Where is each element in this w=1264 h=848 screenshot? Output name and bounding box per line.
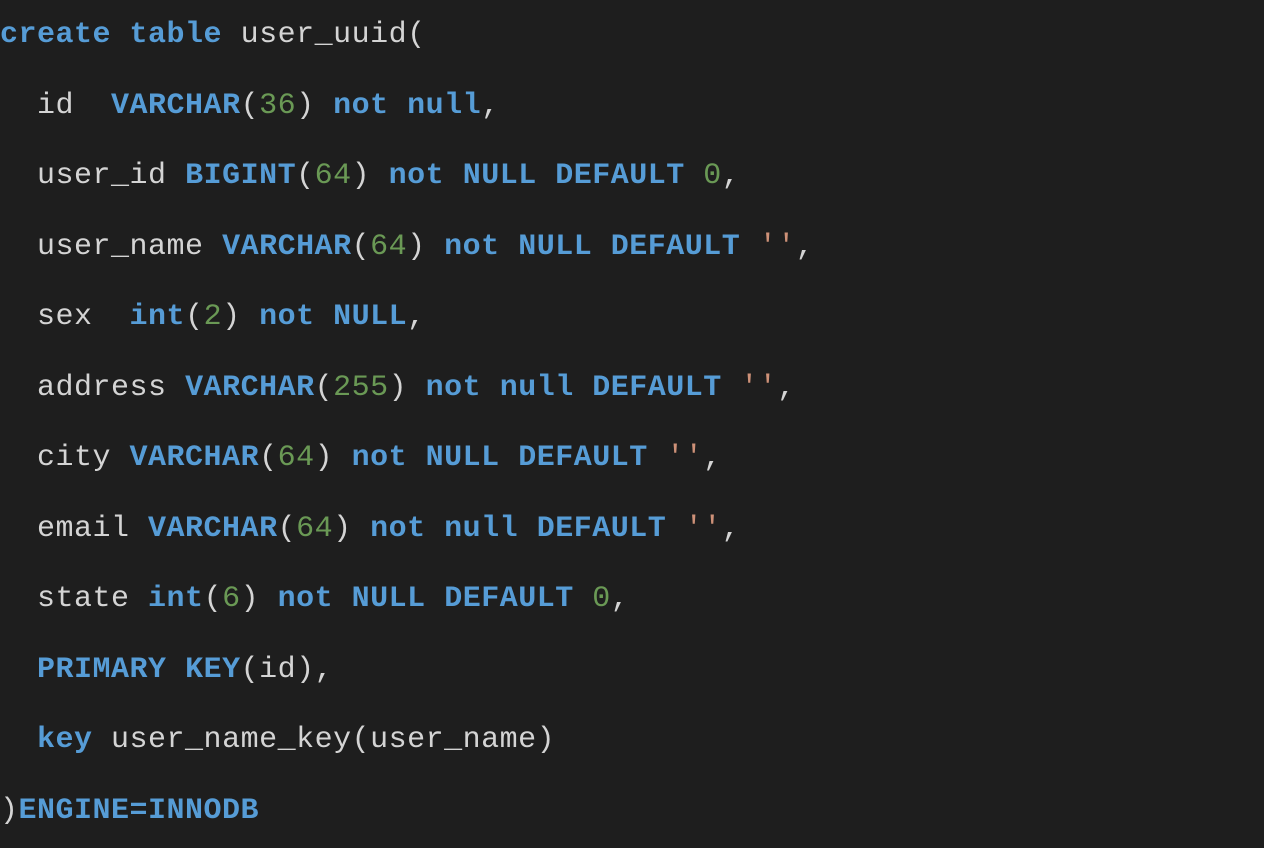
engine-clause: ENGINE=INNODB <box>19 794 260 828</box>
size: 64 <box>278 441 315 475</box>
keyword-not: not <box>352 441 408 475</box>
code-line: sex int(2) not NULL, <box>0 300 426 334</box>
code-line: user_name VARCHAR(64) not NULL DEFAULT '… <box>0 230 814 264</box>
code-line: key user_name_key(user_name) <box>0 723 555 757</box>
index-column: user_name <box>370 723 537 757</box>
default-value: '' <box>740 371 777 405</box>
keyword-default: DEFAULT <box>592 371 722 405</box>
type: int <box>148 582 204 616</box>
size: 64 <box>296 512 333 546</box>
index-name: user_name_key <box>111 723 352 757</box>
close-paren: ) <box>0 794 19 828</box>
keyword-default: DEFAULT <box>444 582 574 616</box>
keyword-null: null <box>407 89 481 123</box>
default-value: '' <box>685 512 722 546</box>
keyword-not: not <box>444 230 500 264</box>
column-name: email <box>37 512 130 546</box>
column-name: user_name <box>37 230 204 264</box>
keyword-not: not <box>389 159 445 193</box>
type: int <box>130 300 186 334</box>
type: VARCHAR <box>185 371 315 405</box>
column-name: id <box>37 89 74 123</box>
size: 2 <box>204 300 223 334</box>
default-value: 0 <box>592 582 611 616</box>
keyword-null: null <box>500 371 574 405</box>
size: 255 <box>333 371 389 405</box>
open-paren: ( <box>407 18 426 52</box>
keyword-null: NULL <box>426 441 500 475</box>
keyword-key: KEY <box>185 653 241 687</box>
keyword-null: NULL <box>333 300 407 334</box>
column-name: state <box>37 582 130 616</box>
column-name: address <box>37 371 167 405</box>
keyword-not: not <box>278 582 334 616</box>
keyword-not: not <box>333 89 389 123</box>
code-line: PRIMARY KEY(id), <box>0 653 333 687</box>
keyword-not: not <box>426 371 482 405</box>
keyword-default: DEFAULT <box>518 441 648 475</box>
code-line: city VARCHAR(64) not NULL DEFAULT '', <box>0 441 722 475</box>
table-name: user_uuid <box>241 18 408 52</box>
code-line: email VARCHAR(64) not null DEFAULT '', <box>0 512 740 546</box>
type: BIGINT <box>185 159 296 193</box>
default-value: '' <box>759 230 796 264</box>
keyword-null: NULL <box>352 582 426 616</box>
pk-column: id <box>259 653 296 687</box>
code-line: user_id BIGINT(64) not NULL DEFAULT 0, <box>0 159 740 193</box>
type: VARCHAR <box>148 512 278 546</box>
size: 36 <box>259 89 296 123</box>
keyword-not: not <box>259 300 315 334</box>
size: 64 <box>315 159 352 193</box>
column-name: city <box>37 441 111 475</box>
keyword-null: NULL <box>463 159 537 193</box>
keyword-default: DEFAULT <box>611 230 741 264</box>
keyword-default: DEFAULT <box>537 512 667 546</box>
column-name: sex <box>37 300 93 334</box>
type: VARCHAR <box>111 89 241 123</box>
code-line: state int(6) not NULL DEFAULT 0, <box>0 582 629 616</box>
code-line: address VARCHAR(255) not null DEFAULT ''… <box>0 371 796 405</box>
code-line: create table user_uuid( <box>0 18 426 52</box>
type: VARCHAR <box>130 441 260 475</box>
keyword-table: table <box>130 18 223 52</box>
keyword-key: key <box>37 723 93 757</box>
sql-code-block: create table user_uuid( id VARCHAR(36) n… <box>0 0 1264 846</box>
code-line: )ENGINE=INNODB <box>0 794 259 828</box>
size: 6 <box>222 582 241 616</box>
size: 64 <box>370 230 407 264</box>
column-name: user_id <box>37 159 167 193</box>
keyword-primary: PRIMARY <box>37 653 167 687</box>
keyword-default: DEFAULT <box>555 159 685 193</box>
type: VARCHAR <box>222 230 352 264</box>
code-line: id VARCHAR(36) not null, <box>0 89 500 123</box>
keyword-not: not <box>370 512 426 546</box>
keyword-create: create <box>0 18 111 52</box>
keyword-null: NULL <box>518 230 592 264</box>
keyword-null: null <box>444 512 518 546</box>
default-value: '' <box>666 441 703 475</box>
default-value: 0 <box>703 159 722 193</box>
